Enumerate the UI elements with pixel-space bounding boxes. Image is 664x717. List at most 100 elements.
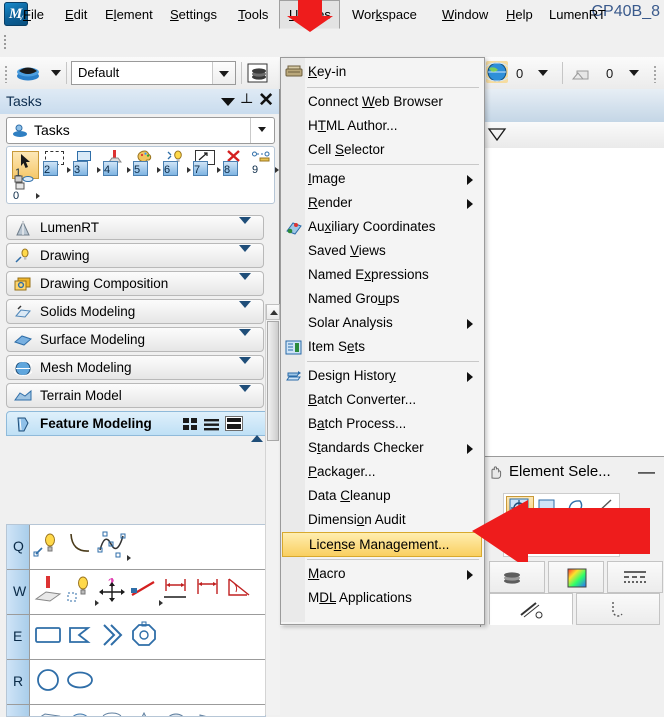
globe-icon[interactable] — [482, 61, 512, 85]
place-profile-icon[interactable] — [33, 575, 64, 608]
box-icon[interactable] — [33, 710, 64, 716]
menu-workspace[interactable]: Workspace — [343, 0, 426, 29]
bspline-curve-icon[interactable] — [97, 530, 131, 563]
active-level-combo[interactable]: Default — [71, 61, 236, 85]
wedge-icon[interactable] — [193, 710, 224, 716]
clip-volume-icon[interactable] — [486, 125, 507, 145]
menu-help[interactable]: Help — [497, 0, 542, 29]
chevron-down-icon[interactable] — [239, 217, 251, 238]
circle-icon[interactable] — [33, 665, 64, 698]
menu-element[interactable]: Element — [96, 0, 162, 29]
chevron-down-icon[interactable] — [239, 301, 251, 322]
chevron-down-icon[interactable] — [239, 245, 251, 266]
menubar-grip[interactable] — [3, 34, 7, 50]
manipulate-tool[interactable]: 7 — [193, 150, 221, 176]
menu-item-item-sets[interactable]: Item Sets — [282, 335, 482, 360]
close-icon[interactable]: ✕ — [258, 91, 274, 110]
polygon-icon[interactable] — [129, 620, 160, 653]
sidebar-item-drawing-composition[interactable]: Drawing Composition — [6, 271, 264, 296]
sidebar-item-feature-modeling[interactable]: Feature Modeling — [6, 411, 272, 442]
menu-item-html-author[interactable]: HTML Author... — [282, 114, 482, 139]
sidebar-item-solids-modeling[interactable]: Solids Modeling — [6, 299, 264, 324]
chamfer-icon[interactable] — [97, 620, 128, 653]
shapes-caret-icon[interactable] — [629, 70, 639, 76]
list-view-icon[interactable] — [204, 418, 219, 434]
delete-element-tool[interactable]: 8 — [223, 150, 246, 176]
minimize-icon[interactable]: — — [638, 462, 655, 482]
tasks-panel-scrollbar[interactable] — [265, 304, 280, 715]
smart-line-icon[interactable] — [33, 530, 64, 563]
cylinder-icon[interactable] — [97, 710, 128, 716]
rectangle-icon[interactable] — [33, 620, 64, 653]
menu-lumenrt[interactable]: LumenRT — [540, 0, 615, 29]
place-point-icon[interactable] — [65, 575, 99, 608]
menu-item-mdl-applications[interactable]: MDL Applications — [282, 586, 482, 611]
menu-item-design-history[interactable]: Design History — [282, 364, 482, 389]
menu-window[interactable]: Window — [433, 0, 497, 29]
weight-tab-icon[interactable] — [489, 593, 573, 625]
pin-icon[interactable]: ┴ — [241, 94, 252, 111]
shapes-icon[interactable] — [570, 61, 594, 85]
menu-item-data-cleanup[interactable]: Data Cleanup — [282, 484, 482, 509]
style-tab-icon[interactable] — [607, 561, 663, 593]
chevron-down-icon[interactable] — [239, 357, 251, 378]
tasks-combo[interactable]: Tasks — [6, 117, 275, 144]
menu-item-image[interactable]: Image — [282, 167, 482, 192]
scroll-up-icon[interactable] — [266, 304, 280, 320]
sidebar-item-surface-modeling[interactable]: Surface Modeling — [6, 327, 264, 352]
sidebar-item-mesh-modeling[interactable]: Mesh Modeling — [6, 355, 264, 380]
menu-item-macro[interactable]: Macro — [282, 562, 482, 587]
level-display-caret-icon[interactable] — [51, 70, 61, 76]
menu-settings[interactable]: Settings — [161, 0, 226, 29]
level-display-icon[interactable] — [14, 61, 48, 85]
menu-item-key-in[interactable]: Key-in — [282, 60, 482, 85]
chevron-down-icon[interactable] — [239, 329, 251, 350]
dim-angle-icon[interactable] — [225, 575, 256, 608]
move-constraint-icon[interactable]: ? — [97, 575, 128, 608]
fence-tool[interactable]: 2 — [43, 151, 71, 176]
chevron-down-icon[interactable] — [239, 385, 251, 406]
active-level-dropdown-button[interactable] — [212, 62, 235, 84]
panel-view-icon[interactable] — [225, 416, 243, 431]
toolbar-grip-1[interactable] — [4, 65, 8, 83]
toolbar-grip-2[interactable] — [653, 65, 657, 83]
torus-icon[interactable] — [161, 710, 192, 716]
sidebar-item-drawing[interactable]: Drawing — [6, 243, 264, 268]
chevron-up-icon[interactable] — [251, 421, 263, 442]
menu-item-auxiliary-coordinates[interactable]: Auxiliary Coordinates — [282, 215, 482, 240]
dim-constraint-icon[interactable] — [161, 575, 192, 608]
dimension-tool[interactable]: 9 — [251, 151, 279, 176]
copy-tool[interactable]: 3 — [73, 151, 101, 176]
sidebar-item-terrain-model[interactable]: Terrain Model — [6, 383, 264, 408]
menu-item-batch-converter[interactable]: Batch Converter... — [282, 388, 482, 413]
element-selection-header[interactable]: Element Sele... — — [481, 457, 664, 487]
chevron-down-icon[interactable] — [221, 98, 235, 106]
menu-item-batch-process[interactable]: Batch Process... — [282, 412, 482, 437]
menu-item-dimension-audit[interactable]: Dimension Audit — [282, 508, 482, 533]
menu-item-named-expressions[interactable]: Named Expressions — [282, 263, 482, 288]
color-tab-icon[interactable] — [548, 561, 604, 593]
class-tab-icon[interactable] — [576, 593, 660, 625]
scrollbar-thumb[interactable] — [267, 321, 279, 441]
cone-icon[interactable] — [129, 710, 160, 716]
menu-item-standards-checker[interactable]: Standards Checker — [282, 436, 482, 461]
cells-tool[interactable]: 0 — [12, 175, 40, 202]
ellipse-icon[interactable] — [65, 665, 96, 698]
menu-item-connect-web-browser[interactable]: Connect Web Browser — [282, 90, 482, 115]
constrain-line-icon[interactable] — [129, 575, 163, 608]
menu-item-license-management[interactable]: License Management... — [282, 532, 482, 557]
measure-tool[interactable]: 4 — [103, 150, 131, 176]
arc-icon[interactable] — [65, 530, 96, 563]
grid-view-icon[interactable] — [183, 418, 198, 434]
stack-levels-icon[interactable] — [246, 61, 272, 85]
menu-tools[interactable]: Tools — [229, 0, 277, 29]
menu-item-cell-selector[interactable]: Cell Selector — [282, 138, 482, 163]
menu-item-render[interactable]: Render — [282, 191, 482, 216]
chevron-down-icon[interactable] — [239, 273, 251, 294]
change-attributes-tool[interactable]: 5 — [133, 150, 161, 176]
menu-edit[interactable]: Edit — [56, 0, 96, 29]
globe-caret-icon[interactable] — [538, 70, 548, 76]
level-tab-icon[interactable] — [489, 561, 545, 593]
menu-item-packager[interactable]: Packager... — [282, 460, 482, 485]
menu-item-named-groups[interactable]: Named Groups — [282, 287, 482, 312]
